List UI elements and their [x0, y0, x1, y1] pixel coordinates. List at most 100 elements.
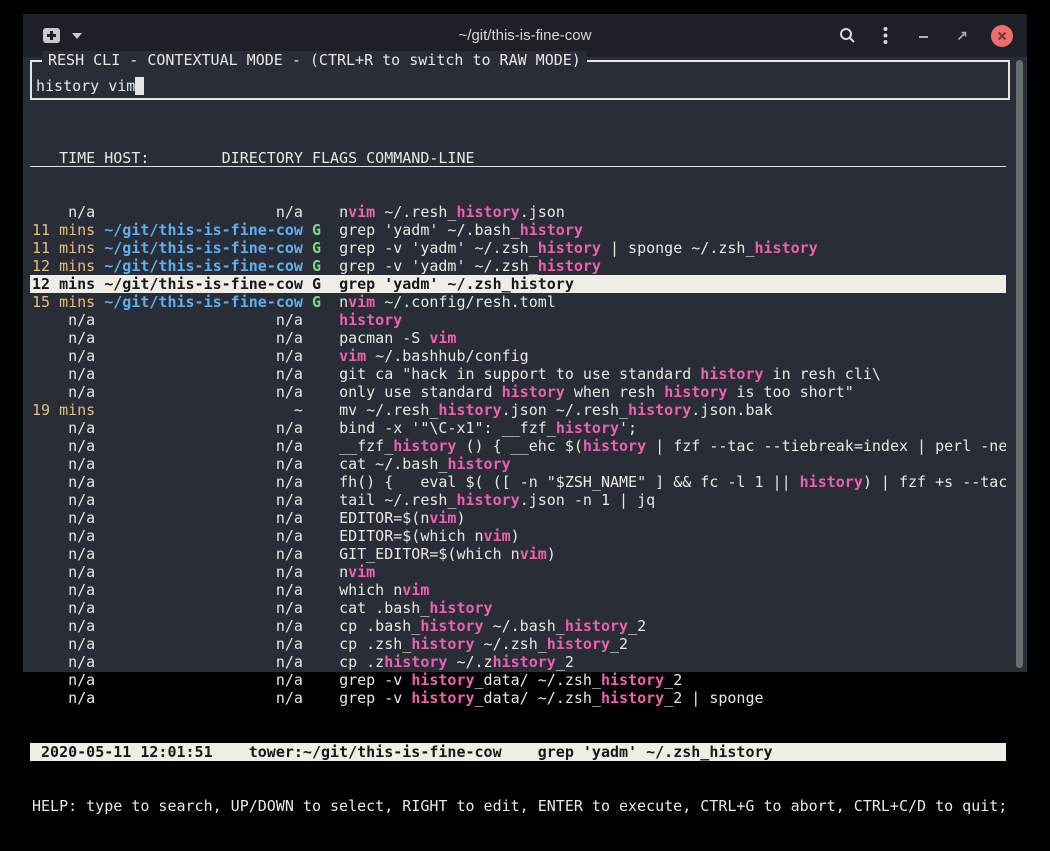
search-input[interactable]: history vim [36, 77, 144, 95]
row-command: nvim [339, 563, 375, 581]
row-flags [312, 473, 339, 491]
history-row[interactable]: n/a n/a cp .zhistory ~/.zhistory_2 [30, 653, 1006, 671]
row-command: GIT_EDITOR=$(which nvim) [339, 545, 556, 563]
history-table: TIME HOST: DIRECTORY FLAGS COMMAND-LINE … [30, 113, 1006, 851]
row-command: nvim ~/.config/resh.toml [339, 293, 556, 311]
history-row[interactable]: n/a n/a which nvim [30, 581, 1006, 599]
match-highlight: history [456, 491, 519, 509]
row-flags [312, 635, 339, 653]
row-command: grep -v 'yadm' ~/.zsh_history [339, 257, 601, 275]
history-row[interactable]: 12 mins ~/git/this-is-fine-cow G grep -v… [30, 257, 1006, 275]
history-row[interactable]: 11 mins ~/git/this-is-fine-cow G grep 'y… [30, 221, 1006, 239]
row-flags [312, 527, 339, 545]
history-row[interactable]: n/a n/a EDITOR=$(which nvim) [30, 527, 1006, 545]
search-query-text: history vim [36, 77, 135, 95]
row-command: which nvim [339, 581, 429, 599]
history-row[interactable]: 19 mins ~ mv ~/.resh_history.json ~/.res… [30, 401, 1006, 419]
text-cursor [135, 77, 144, 95]
history-row[interactable]: 15 mins ~/git/this-is-fine-cow G nvim ~/… [30, 293, 1006, 311]
restore-button[interactable] [953, 27, 970, 44]
history-row[interactable]: n/a n/a nvim [30, 563, 1006, 581]
match-highlight: history [511, 275, 574, 293]
row-command: only use standard history when resh hist… [339, 383, 854, 401]
match-highlight: history [502, 383, 565, 401]
row-directory: ~/git/this-is-fine-cow [104, 293, 303, 311]
row-command: EDITOR=$(which nvim) [339, 527, 520, 545]
row-flags [312, 581, 339, 599]
row-command: git ca "hack in support to use standard … [339, 365, 881, 383]
row-directory: ~/git/this-is-fine-cow [104, 275, 303, 293]
history-row[interactable]: n/a n/a git ca "hack in support to use s… [30, 365, 1006, 383]
status-timestamp: 2020-05-11 12:01:51 [32, 743, 213, 761]
row-time: n/a [32, 599, 95, 617]
match-highlight: history [420, 617, 483, 635]
minimize-button[interactable] [915, 27, 932, 44]
match-highlight: history [429, 599, 492, 617]
match-highlight: history [556, 419, 619, 437]
row-time: n/a [32, 437, 95, 455]
history-row[interactable]: n/a n/a fh() { eval $( ([ -n "$ZSH_NAME"… [30, 473, 1006, 491]
match-highlight: vim [348, 293, 375, 311]
row-flags: G [312, 239, 339, 257]
history-row[interactable]: n/a n/a only use standard history when r… [30, 383, 1006, 401]
row-time: n/a [32, 509, 95, 527]
search-icon[interactable] [839, 27, 856, 44]
history-row[interactable]: n/a n/a cp .zsh_history ~/.zsh_history_2 [30, 635, 1006, 653]
match-highlight: history [411, 689, 474, 707]
row-directory: n/a [104, 491, 303, 509]
match-highlight: history [493, 653, 556, 671]
row-command: grep -v history_data/ ~/.zsh_history_2 |… [339, 689, 763, 707]
match-highlight: vim [348, 563, 375, 581]
row-time: n/a [32, 617, 95, 635]
history-row[interactable]: n/a n/a EDITOR=$(nvim) [30, 509, 1006, 527]
row-directory: n/a [104, 653, 303, 671]
history-row[interactable]: n/a n/a vim ~/.bashhub/config [30, 347, 1006, 365]
resh-search-box: RESH CLI - CONTEXTUAL MODE - (CTRL+R to … [30, 60, 1010, 100]
history-row[interactable]: n/a n/a cp .bash_history ~/.bash_history… [30, 617, 1006, 635]
history-row[interactable]: n/a n/a grep -v history_data/ ~/.zsh_his… [30, 689, 1006, 707]
menu-kebab-icon[interactable] [877, 27, 894, 44]
row-directory: n/a [104, 329, 303, 347]
row-time: n/a [32, 491, 95, 509]
row-command: cp .bash_history ~/.bash_history_2 [339, 617, 646, 635]
history-row[interactable]: 11 mins ~/git/this-is-fine-cow G grep -v… [30, 239, 1006, 257]
row-flags [312, 311, 339, 329]
history-row[interactable]: n/a n/a cat ~/.bash_history [30, 455, 1006, 473]
row-flags: G [312, 293, 339, 311]
history-row-selected[interactable]: 12 mins ~/git/this-is-fine-cow G grep 'y… [30, 275, 1006, 293]
row-time: n/a [32, 473, 95, 491]
history-row[interactable]: n/a n/a __fzf_history () { __ehc $(histo… [30, 437, 1006, 455]
history-row[interactable]: n/a n/a grep -v history_data/ ~/.zsh_his… [30, 671, 1006, 689]
resh-mode-title: RESH CLI - CONTEXTUAL MODE - (CTRL+R to … [42, 51, 587, 69]
match-highlight: history [456, 203, 519, 221]
row-directory: n/a [104, 581, 303, 599]
history-row[interactable]: n/a n/a cat .bash_history [30, 599, 1006, 617]
row-flags [312, 203, 339, 221]
history-row[interactable]: n/a n/a pacman -S vim [30, 329, 1006, 347]
row-command: grep 'yadm' ~/.bash_history [339, 221, 583, 239]
row-flags [312, 329, 339, 347]
match-highlight: vim [339, 347, 366, 365]
row-time: n/a [32, 563, 95, 581]
history-row[interactable]: n/a n/a bind -x '"\C-x1": __fzf_history'… [30, 419, 1006, 437]
row-command: pacman -S vim [339, 329, 456, 347]
history-row[interactable]: n/a n/a tail ~/.resh_history.json -n 1 |… [30, 491, 1006, 509]
row-time: n/a [32, 365, 95, 383]
history-row[interactable]: n/a n/a nvim ~/.resh_history.json [30, 203, 1006, 221]
row-time: n/a [32, 311, 95, 329]
row-time: 12 mins [32, 275, 95, 293]
row-time: n/a [32, 635, 95, 653]
match-highlight: history [601, 671, 664, 689]
close-button[interactable] [991, 25, 1013, 47]
row-flags [312, 671, 339, 689]
scrollbar[interactable] [1016, 60, 1023, 668]
match-highlight: history [755, 239, 818, 257]
match-highlight: history [411, 671, 474, 689]
row-command: grep -v 'yadm' ~/.zsh_history | sponge ~… [339, 239, 818, 257]
match-highlight: vim [484, 527, 511, 545]
row-directory: ~/git/this-is-fine-cow [104, 221, 303, 239]
row-directory: n/a [104, 383, 303, 401]
row-flags [312, 419, 339, 437]
history-row[interactable]: n/a n/a GIT_EDITOR=$(which nvim) [30, 545, 1006, 563]
history-row[interactable]: n/a n/a history [30, 311, 1006, 329]
